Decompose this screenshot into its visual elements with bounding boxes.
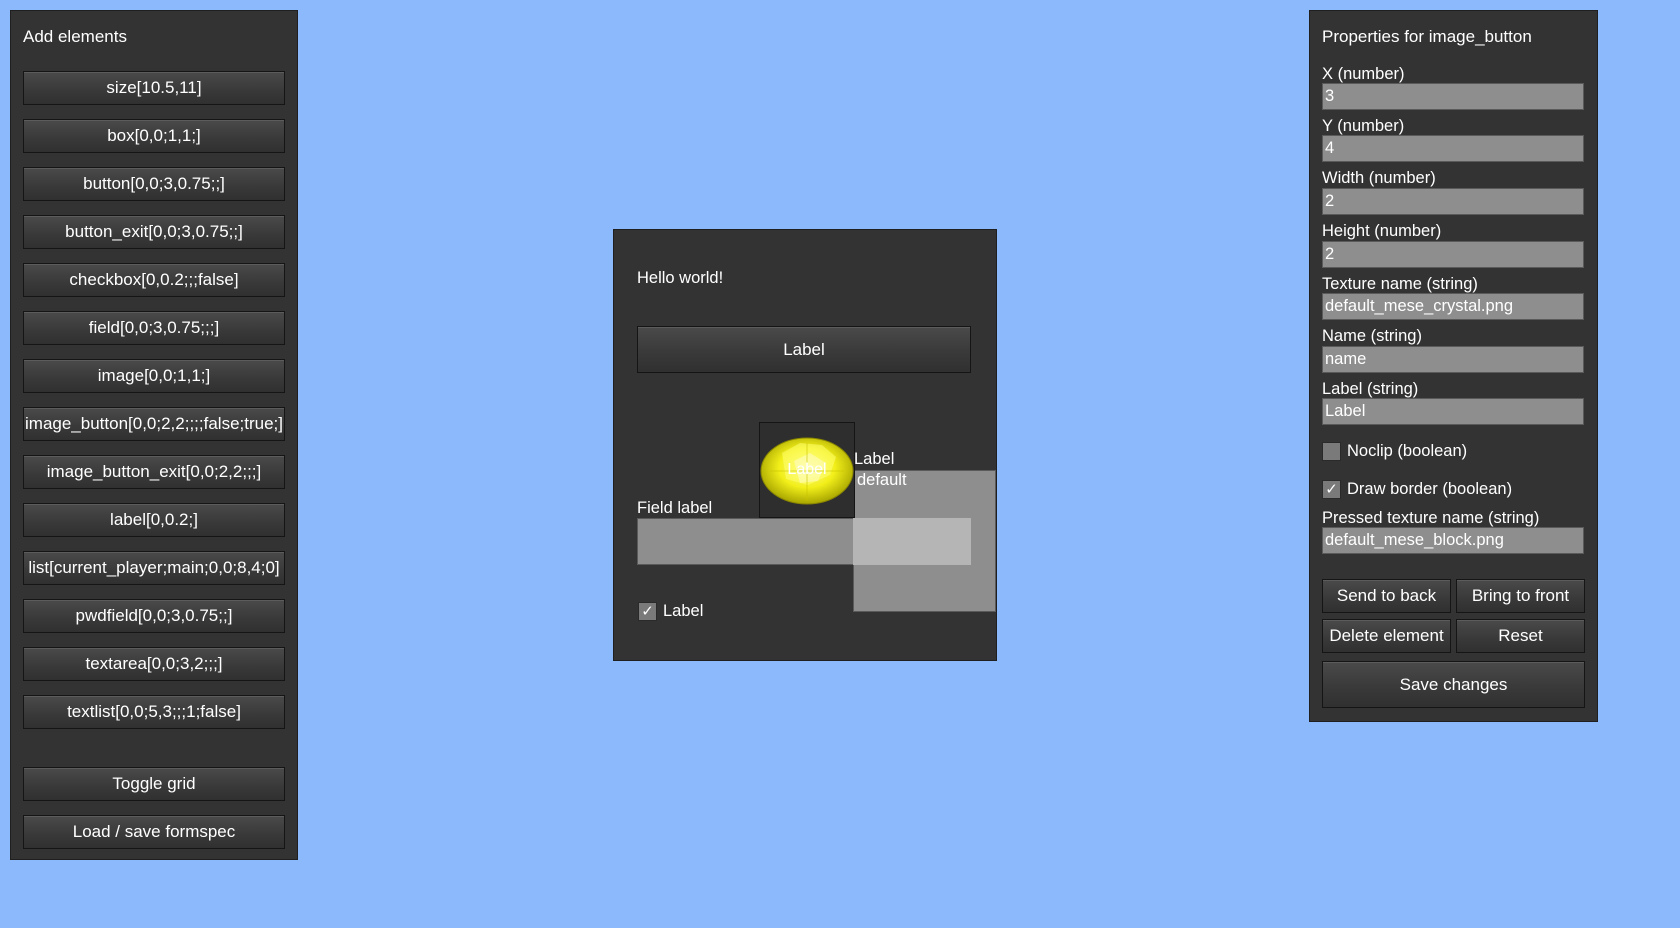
add-textlist-button[interactable]: textlist[0,0;5,3;;;1;false] xyxy=(23,695,285,729)
toggle-grid-button[interactable]: Toggle grid xyxy=(23,767,285,801)
reset-button[interactable]: Reset xyxy=(1456,619,1585,653)
texture-input[interactable]: default_mese_crystal.png xyxy=(1322,293,1584,320)
add-elements-title: Add elements xyxy=(23,27,127,46)
preview-button[interactable]: Label xyxy=(637,326,971,373)
name-input[interactable]: name xyxy=(1322,346,1584,373)
delete-element-button[interactable]: Delete element xyxy=(1322,619,1451,653)
add-image-button[interactable]: image[0,0;1,1;] xyxy=(23,359,285,393)
field-textlist-overlap xyxy=(853,518,971,565)
load-save-formspec-button[interactable]: Load / save formspec xyxy=(23,815,285,849)
width-input[interactable]: 2 xyxy=(1322,188,1584,215)
height-input[interactable]: 2 xyxy=(1322,241,1584,268)
properties-title: Properties for image_button xyxy=(1322,27,1532,46)
add-image-button-button[interactable]: image_button[0,0;2,2;;;;false;true;] xyxy=(23,407,285,441)
preview-image-button[interactable]: Label xyxy=(759,422,855,518)
y-input[interactable]: 4 xyxy=(1322,135,1584,162)
label-string-label: Label (string) xyxy=(1322,380,1419,398)
add-list-button[interactable]: list[current_player;main;0,0;8,4;0] xyxy=(23,551,285,585)
add-checkbox-button[interactable]: checkbox[0,0.2;;;false] xyxy=(23,263,285,297)
draw-border-checkbox[interactable]: ✓ xyxy=(1322,480,1341,499)
y-label: Y (number) xyxy=(1322,117,1405,135)
height-label: Height (number) xyxy=(1322,222,1442,240)
properties-panel: Properties for image_button X (number) 3… xyxy=(1309,10,1598,722)
x-input[interactable]: 3 xyxy=(1322,83,1584,110)
formspec-preview: Hello world! Label Field label Label Lab… xyxy=(613,229,997,661)
noclip-label: Noclip (boolean) xyxy=(1347,442,1468,460)
draw-border-label: Draw border (boolean) xyxy=(1347,480,1513,498)
name-label: Name (string) xyxy=(1322,327,1422,345)
add-elements-panel: Add elements size[10.5,11] box[0,0;1,1;]… xyxy=(10,10,298,860)
bring-to-front-button[interactable]: Bring to front xyxy=(1456,579,1585,613)
x-label: X (number) xyxy=(1322,65,1405,83)
texture-label: Texture name (string) xyxy=(1322,275,1478,293)
field-label: Field label xyxy=(637,499,713,517)
textlist-label: Label xyxy=(854,450,895,468)
add-size-button[interactable]: size[10.5,11] xyxy=(23,71,285,105)
add-image-button-exit-button[interactable]: image_button_exit[0,0;2,2;;;] xyxy=(23,455,285,489)
textlist-item-default[interactable]: default xyxy=(857,471,907,490)
width-label: Width (number) xyxy=(1322,169,1436,187)
add-box-button[interactable]: box[0,0;1,1;] xyxy=(23,119,285,153)
pressed-texture-input[interactable]: default_mese_block.png xyxy=(1322,527,1584,554)
hello-world-label: Hello world! xyxy=(637,269,724,287)
add-field-button[interactable]: field[0,0;3,0.75;;;] xyxy=(23,311,285,345)
add-textarea-button[interactable]: textarea[0,0;3,2;;;] xyxy=(23,647,285,681)
noclip-checkbox[interactable] xyxy=(1322,442,1341,461)
add-button-exit-button[interactable]: button_exit[0,0;3,0.75;;] xyxy=(23,215,285,249)
label-input[interactable]: Label xyxy=(1322,398,1584,425)
preview-checkbox-label: Label xyxy=(663,602,704,620)
preview-checkbox[interactable]: ✓ xyxy=(638,602,657,621)
add-label-button[interactable]: label[0,0.2;] xyxy=(23,503,285,537)
add-button-button[interactable]: button[0,0;3,0.75;;] xyxy=(23,167,285,201)
send-to-back-button[interactable]: Send to back xyxy=(1322,579,1451,613)
pressed-texture-label: Pressed texture name (string) xyxy=(1322,509,1540,527)
save-changes-button[interactable]: Save changes xyxy=(1322,661,1585,708)
add-pwdfield-button[interactable]: pwdfield[0,0;3,0.75;;] xyxy=(23,599,285,633)
image-button-label: Label xyxy=(787,461,827,478)
